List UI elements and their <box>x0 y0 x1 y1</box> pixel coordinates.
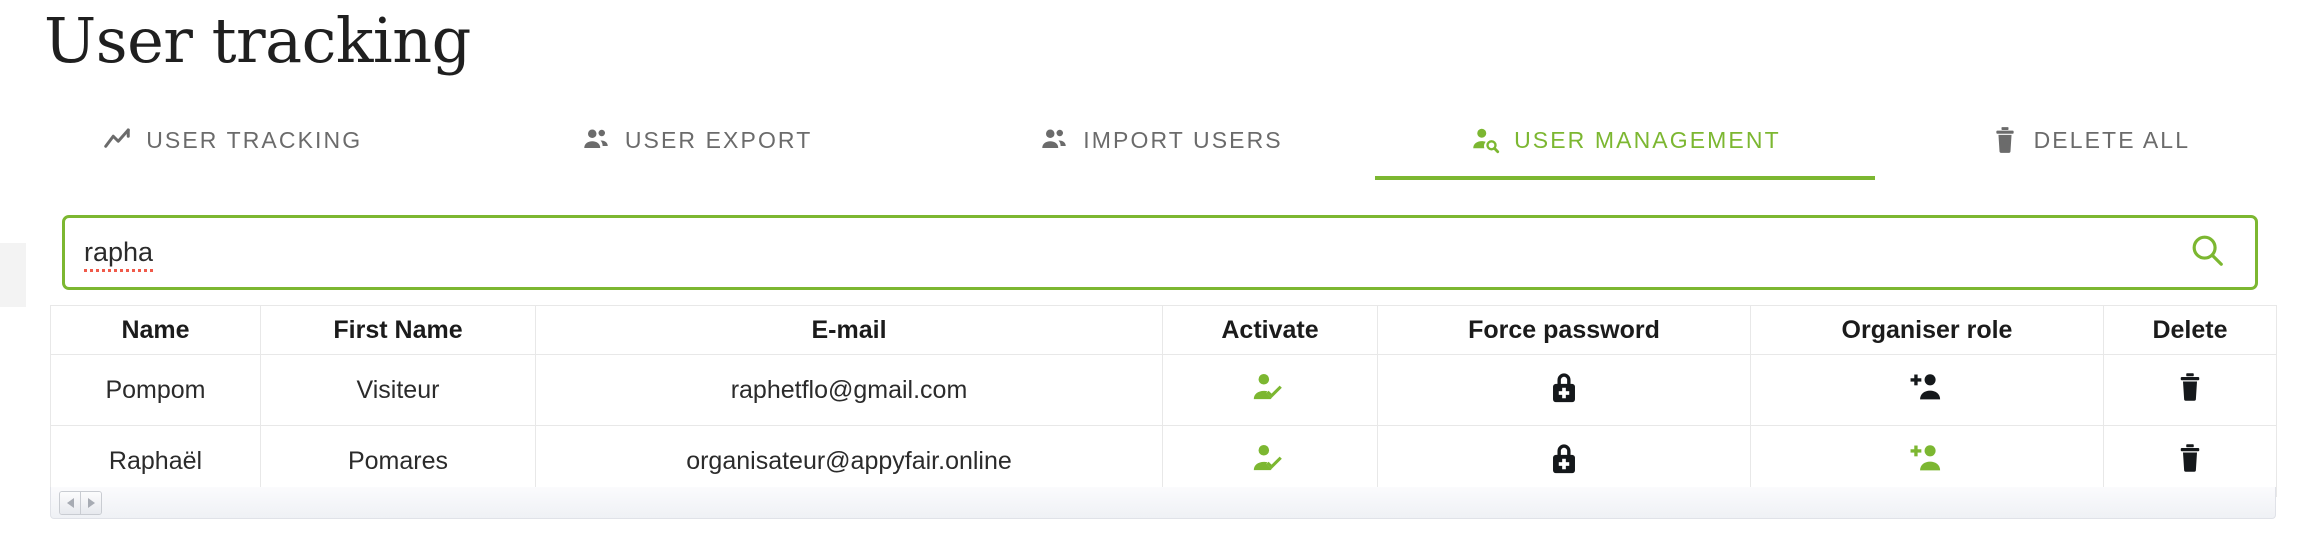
cell-delete <box>2103 425 2277 497</box>
tab-user-tracking[interactable]: USER TRACKING <box>0 118 464 180</box>
user-table: Name First Name E-mail Activate Force pa… <box>50 305 2277 497</box>
pagination-prev-button[interactable] <box>60 491 80 514</box>
cell-first-name: Pomares <box>260 425 536 497</box>
tab-label: USER MANAGEMENT <box>1514 126 1781 153</box>
tab-user-export[interactable]: USER EXPORT <box>464 118 928 180</box>
search-input[interactable] <box>65 218 2159 287</box>
table-body: Pompom Visiteur raphetflo@gmail.com Raph… <box>50 354 2277 497</box>
cell-force-password <box>1377 425 1751 497</box>
search-icon <box>2188 231 2226 274</box>
tab-active-underline <box>1375 176 1876 180</box>
lock-plus-icon[interactable] <box>1549 370 1579 404</box>
people-icon <box>581 125 611 155</box>
cell-organiser-role <box>1750 425 2104 497</box>
triangle-left-icon <box>66 497 74 508</box>
cell-delete <box>2103 354 2277 426</box>
triangle-right-icon <box>87 497 95 508</box>
column-header-organiser-role: Organiser role <box>1750 305 2104 355</box>
people-icon <box>1039 125 1069 155</box>
cell-activate <box>1162 425 1378 497</box>
tab-bar: USER TRACKING USER EXPORT IMPORT USERS U… <box>0 118 2322 180</box>
cell-first-name: Visiteur <box>260 354 536 426</box>
page-title: User tracking <box>44 4 471 77</box>
tab-import-users[interactable]: IMPORT USERS <box>929 118 1393 180</box>
tab-user-management[interactable]: USER MANAGEMENT <box>1375 118 1876 180</box>
person-check-icon[interactable] <box>1252 443 1288 473</box>
column-header-first-name: First Name <box>260 305 536 355</box>
table-row: Pompom Visiteur raphetflo@gmail.com <box>50 354 2277 426</box>
trend-line-icon <box>102 125 132 155</box>
pagination-bar <box>50 487 2276 519</box>
person-search-icon <box>1470 125 1500 155</box>
person-add-icon[interactable] <box>1909 443 1945 473</box>
table-row: Raphaël Pomares organisateur@appyfair.on… <box>50 425 2277 497</box>
table-header: Name First Name E-mail Activate Force pa… <box>50 305 2277 355</box>
column-header-delete: Delete <box>2103 305 2277 355</box>
column-header-email: E-mail <box>535 305 1163 355</box>
search-button[interactable] <box>2159 218 2255 287</box>
cell-email: organisateur@appyfair.online <box>535 425 1163 497</box>
cell-name: Raphaël <box>50 425 261 497</box>
trash-icon[interactable] <box>2177 372 2203 402</box>
person-check-icon[interactable] <box>1252 372 1288 402</box>
tab-label: USER EXPORT <box>624 126 813 153</box>
column-header-name: Name <box>50 305 261 355</box>
left-edge-panel-stub <box>0 243 26 307</box>
cell-organiser-role <box>1750 354 2104 426</box>
cell-force-password <box>1377 354 1751 426</box>
tab-delete-all[interactable]: DELETE ALL <box>1858 118 2322 180</box>
table-header-row: Name First Name E-mail Activate Force pa… <box>50 305 2277 355</box>
cell-name: Pompom <box>50 354 261 426</box>
trash-icon <box>1990 125 2020 155</box>
cell-activate <box>1162 354 1378 426</box>
search-bar[interactable] <box>62 215 2258 290</box>
person-add-icon[interactable] <box>1909 372 1945 402</box>
tab-label: DELETE ALL <box>2033 126 2191 153</box>
column-header-force-password: Force password <box>1377 305 1751 355</box>
column-header-activate: Activate <box>1162 305 1378 355</box>
trash-icon[interactable] <box>2177 443 2203 473</box>
pagination-next-button[interactable] <box>80 491 101 514</box>
cell-email: raphetflo@gmail.com <box>535 354 1163 426</box>
user-table-container: Name First Name E-mail Activate Force pa… <box>50 305 2277 497</box>
pagination-buttons <box>59 490 102 515</box>
lock-plus-icon[interactable] <box>1549 441 1579 475</box>
tab-label: IMPORT USERS <box>1083 126 1283 153</box>
tab-label: USER TRACKING <box>146 126 363 153</box>
